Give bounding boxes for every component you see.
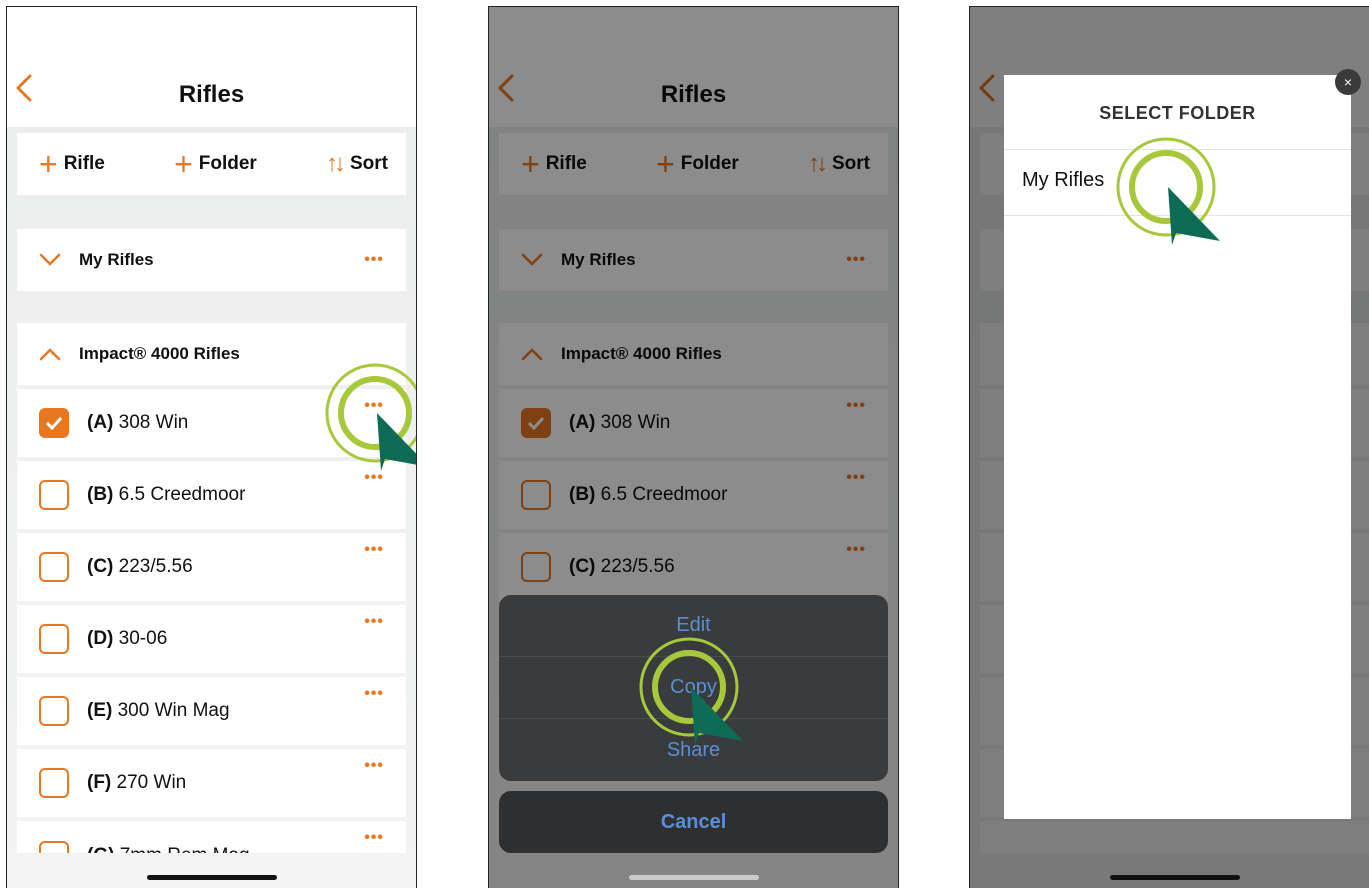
rifle-letter: (A) <box>87 412 114 433</box>
rifle-name: 223/5.56 <box>118 556 193 577</box>
rifle-label: (G) 7mm Rem Mag <box>87 845 384 853</box>
checkbox[interactable] <box>39 480 69 510</box>
rifle-row[interactable]: (G) 7mm Rem Mag ••• <box>17 821 406 853</box>
more-options-icon[interactable]: ••• <box>364 757 384 775</box>
rifle-label: (E) 300 Win Mag <box>87 700 384 722</box>
sort-button[interactable]: ↑↓ Sort <box>326 150 388 178</box>
checkbox[interactable] <box>39 624 69 654</box>
rifle-name: 30-06 <box>118 628 168 649</box>
close-icon[interactable]: × <box>1335 69 1361 95</box>
add-folder-label: Folder <box>198 153 257 174</box>
rifle-letter: (C) <box>87 556 114 577</box>
rifle-row[interactable]: (D) 30-06 ••• <box>17 605 406 673</box>
phone-screen-action-sheet: Rifles + Rifle + Folder ↑↓ Sort My Rifles •… <box>488 6 899 888</box>
rifle-row[interactable]: (E) 300 Win Mag ••• <box>17 677 406 745</box>
rifle-label: (D) 30-06 <box>87 628 384 650</box>
phone-screen-rifle-list: Rifles + Rifle + Folder ↑↓ Sort My Rifles •… <box>6 6 417 888</box>
rifle-name: 308 Win <box>118 412 189 433</box>
page-title: Rifles <box>178 81 245 108</box>
rifle-letter: (E) <box>87 700 113 721</box>
more-options-icon[interactable]: ••• <box>364 685 384 703</box>
rifle-name: 6.5 Creedmoor <box>118 484 246 505</box>
rifle-name: 270 Win <box>116 772 187 793</box>
folder-header-my-rifles[interactable]: My Rifles ••• <box>17 229 406 291</box>
chevron-up-icon <box>39 348 61 361</box>
content-area: + Rifle + Folder ↑↓ Sort My Rifles ••• Impa… <box>7 127 416 888</box>
more-options-icon[interactable]: ••• <box>364 829 384 847</box>
rifle-label: (F) 270 Win <box>87 772 384 794</box>
chevron-down-icon <box>39 253 61 266</box>
rifle-name: 300 Win Mag <box>117 700 230 721</box>
sort-label: Sort <box>350 153 388 174</box>
modal-title: SELECT FOLDER <box>1099 103 1256 123</box>
more-options-icon[interactable]: ••• <box>364 613 384 631</box>
plus-icon: + <box>39 146 58 182</box>
checkbox[interactable] <box>39 552 69 582</box>
rifle-letter: (F) <box>87 772 112 793</box>
rifle-label: (C) 223/5.56 <box>87 556 384 578</box>
folder-label: Impact® 4000 Rifles <box>79 344 240 363</box>
tap-cursor-icon <box>1116 137 1220 245</box>
checkmark-icon <box>45 416 63 430</box>
checkbox[interactable] <box>39 696 69 726</box>
folder-option-my-rifles[interactable]: My Rifles <box>1022 169 1104 192</box>
home-indicator <box>628 875 759 880</box>
checkbox[interactable] <box>39 841 69 853</box>
rifle-row[interactable]: (F) 270 Win ••• <box>17 749 406 817</box>
rifle-name: 7mm Rem Mag <box>120 845 250 853</box>
add-rifle-button[interactable]: + Rifle <box>39 148 105 180</box>
sort-arrows-icon: ↑↓ <box>326 150 346 177</box>
rifle-row[interactable]: (C) 223/5.56 ••• <box>17 533 406 601</box>
rifle-label: (B) 6.5 Creedmoor <box>87 484 384 506</box>
rifle-letter: (B) <box>87 484 114 505</box>
more-options-icon[interactable]: ••• <box>364 541 384 559</box>
toolbar: + Rifle + Folder ↑↓ Sort <box>17 133 406 195</box>
add-folder-button[interactable]: + Folder <box>174 148 257 180</box>
checkbox-checked[interactable] <box>39 408 69 438</box>
rifle-letter: (G) <box>87 845 114 853</box>
folder-label: My Rifles <box>79 250 154 269</box>
cancel-button[interactable]: Cancel <box>499 791 888 853</box>
rifle-letter: (D) <box>87 628 114 649</box>
home-indicator <box>146 875 277 880</box>
nav-bar: Rifles <box>7 7 416 127</box>
more-options-icon[interactable]: ••• <box>364 251 384 269</box>
home-indicator <box>1109 875 1240 880</box>
phone-screen-select-folder: SELECT FOLDER × My Rifles <box>969 6 1369 888</box>
plus-icon: + <box>174 146 193 182</box>
add-rifle-label: Rifle <box>63 153 105 174</box>
checkbox[interactable] <box>39 768 69 798</box>
tap-cursor-icon <box>639 637 743 745</box>
tap-cursor-icon <box>325 363 416 471</box>
